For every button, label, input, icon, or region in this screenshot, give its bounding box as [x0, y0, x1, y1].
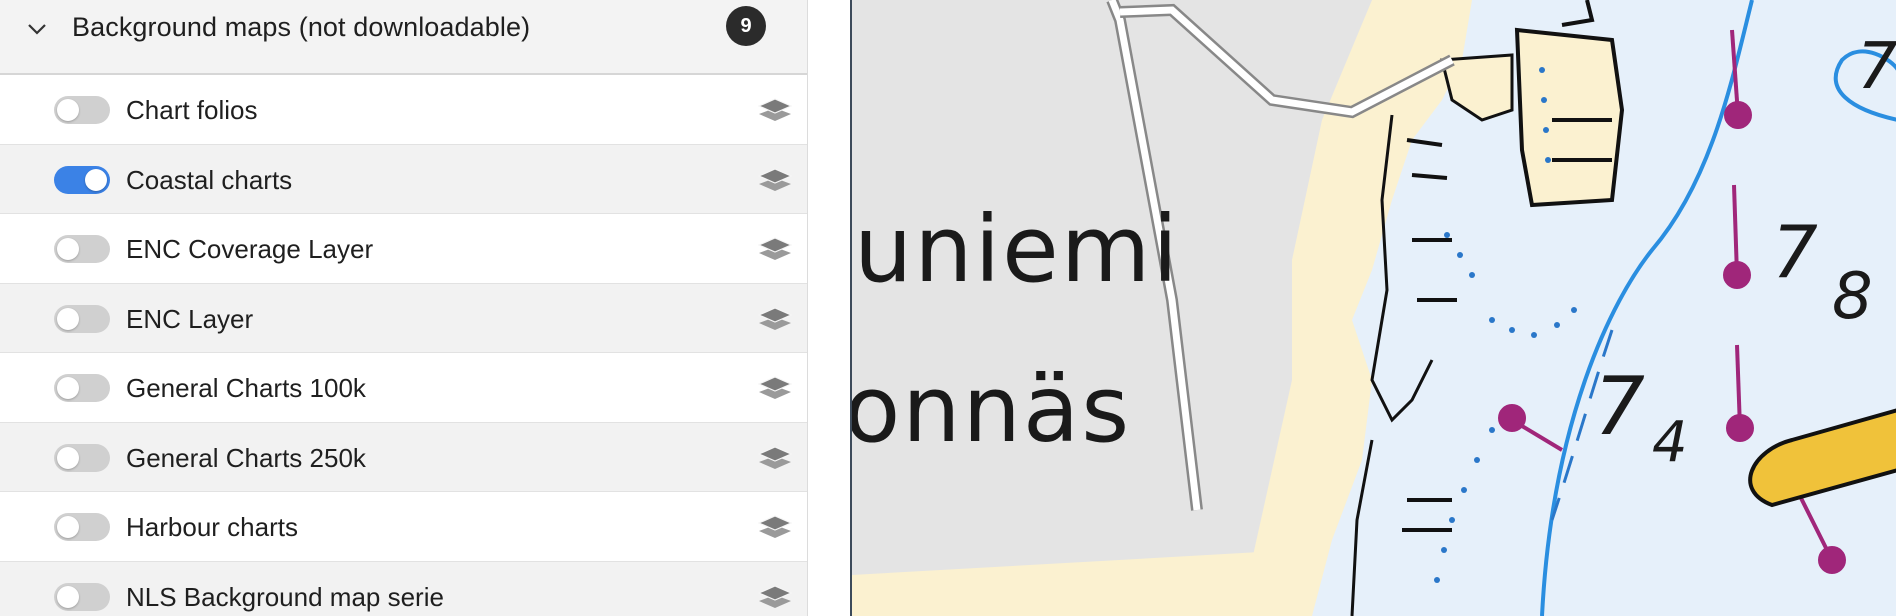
layers-icon[interactable] — [758, 306, 792, 332]
layer-label: General Charts 250k — [126, 442, 366, 473]
layer-label: ENC Coverage Layer — [126, 234, 374, 264]
layer-visibility-toggle[interactable] — [54, 374, 110, 402]
layer-visibility-toggle[interactable] — [54, 304, 110, 333]
toggle-knob — [57, 99, 79, 121]
layer-list: Chart folios Coastal charts ENC Coverage L… — [0, 75, 807, 616]
toggle-knob — [57, 307, 79, 330]
depth-sounding: 4 — [1652, 410, 1688, 475]
toggle-knob — [57, 377, 79, 399]
toggle-knob — [57, 516, 79, 538]
chevron-down-icon[interactable] — [26, 18, 48, 40]
group-title: Background maps (not downloadable) — [72, 12, 531, 42]
layer-visibility-toggle[interactable] — [54, 582, 110, 611]
layer-label: NLS Background map serie — [126, 581, 444, 612]
layers-icon[interactable] — [758, 167, 792, 193]
layer-visibility-toggle[interactable] — [54, 235, 110, 263]
panel-gap — [808, 0, 850, 616]
map-canvas[interactable] — [852, 0, 1896, 616]
layer-label: Chart folios — [126, 95, 258, 125]
layer-visibility-toggle[interactable] — [54, 513, 110, 541]
map-view[interactable]: uniemi onnäs 7 7 8 7 4 — [850, 0, 1896, 616]
layers-icon[interactable] — [758, 445, 792, 471]
depth-sounding: 7 — [1772, 210, 1818, 294]
layer-row[interactable]: ENC Coverage Layer — [0, 214, 807, 284]
layer-panel: Background maps (not downloadable) 9 Cha… — [0, 0, 808, 616]
layer-row[interactable]: General Charts 100k — [0, 353, 807, 423]
layer-row[interactable]: General Charts 250k — [0, 422, 807, 492]
layer-visibility-toggle[interactable] — [54, 165, 110, 194]
layer-row[interactable]: ENC Layer — [0, 283, 807, 353]
toggle-knob — [85, 168, 107, 191]
layer-row[interactable]: NLS Background map serie — [0, 561, 807, 616]
toggle-knob — [57, 446, 79, 469]
layers-icon[interactable] — [758, 584, 792, 610]
place-label: onnäs — [850, 356, 1132, 463]
layers-icon[interactable] — [758, 514, 792, 540]
toggle-knob — [57, 238, 79, 260]
layer-visibility-toggle[interactable] — [54, 443, 110, 472]
layer-row[interactable]: Coastal charts — [0, 144, 807, 214]
layer-label: Coastal charts — [126, 164, 293, 195]
place-label: uniemi — [854, 196, 1180, 303]
group-header-background-maps[interactable]: Background maps (not downloadable) 9 — [0, 0, 807, 75]
depth-sounding: 8 — [1832, 260, 1873, 334]
layer-row[interactable]: Harbour charts — [0, 492, 807, 562]
layers-icon[interactable] — [758, 97, 792, 123]
toggle-knob — [57, 585, 79, 608]
layer-label: ENC Layer — [126, 303, 254, 334]
layer-label: General Charts 100k — [126, 373, 366, 403]
layers-icon[interactable] — [758, 375, 792, 401]
depth-sounding: 7 — [1857, 30, 1896, 104]
layer-count-badge: 9 — [726, 6, 766, 46]
depth-sounding: 7 — [1594, 360, 1645, 453]
layer-visibility-toggle[interactable] — [54, 96, 110, 124]
layers-icon[interactable] — [758, 236, 792, 262]
layer-label: Harbour charts — [126, 512, 298, 542]
layer-row[interactable]: Chart folios — [0, 75, 807, 145]
